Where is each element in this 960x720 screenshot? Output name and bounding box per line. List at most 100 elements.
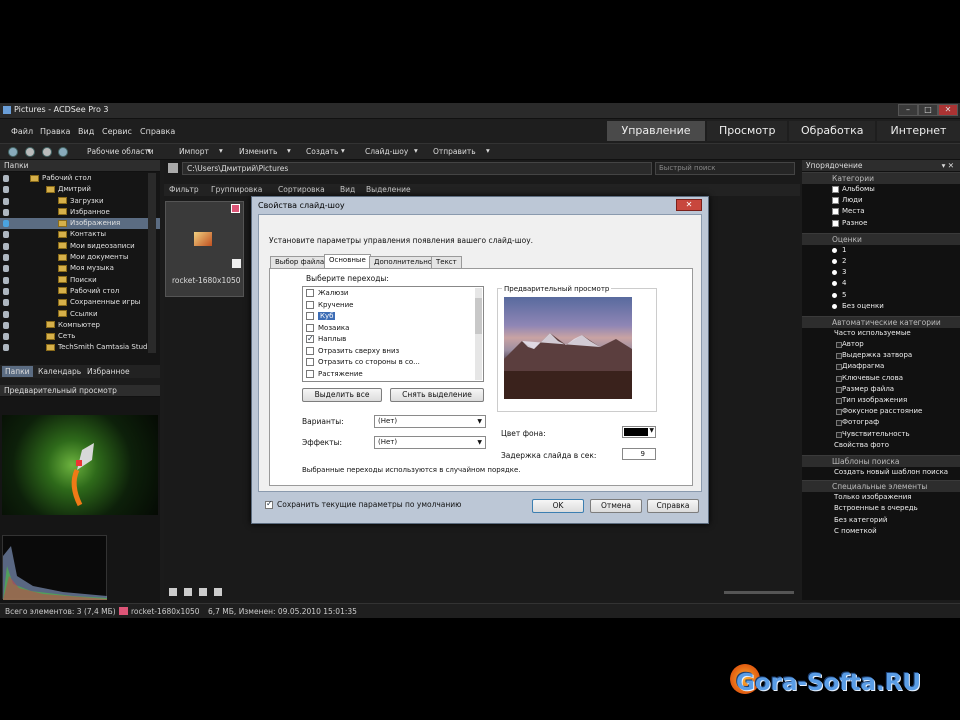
tree-item[interactable]: Мои документы xyxy=(0,252,160,263)
tree-item[interactable]: Сеть xyxy=(0,331,160,342)
tree-item[interactable]: Моя музыка xyxy=(0,263,160,274)
quick-search-input[interactable]: Быстрый поиск xyxy=(655,162,795,175)
thumbnail-card[interactable]: rocket-1680x1050 xyxy=(165,201,244,297)
tab-folders[interactable]: Папки xyxy=(2,366,33,377)
auto-item[interactable]: Выдержка затвора xyxy=(802,350,960,361)
rating-item[interactable]: 2 xyxy=(802,256,960,267)
tree-item[interactable]: Дмитрий xyxy=(0,184,160,195)
tree-item[interactable]: Контакты xyxy=(0,229,160,240)
sort-menu[interactable]: Сортировка xyxy=(278,185,325,194)
tree-item[interactable]: Компьютер xyxy=(0,320,160,331)
tab-advanced[interactable]: Дополнительно xyxy=(369,256,438,268)
view-icon[interactable] xyxy=(169,588,177,596)
view-icon[interactable] xyxy=(184,588,192,596)
mode-view[interactable]: Просмотр xyxy=(707,121,787,141)
auto-item[interactable]: Тип изображения xyxy=(802,395,960,406)
list-scrollbar[interactable] xyxy=(475,288,482,380)
mode-online[interactable]: Интернет xyxy=(877,121,960,141)
rating-item[interactable]: 5 xyxy=(802,290,960,301)
auto-item[interactable]: Ключевые слова xyxy=(802,373,960,384)
special-item[interactable]: С пометкой xyxy=(802,526,960,537)
ratings-header[interactable]: Оценки xyxy=(802,232,960,245)
transition-item[interactable]: Кручение xyxy=(303,300,483,312)
mode-develop[interactable]: Обработка xyxy=(789,121,875,141)
save-default-row[interactable]: Сохранить текущие параметры по умолчанию xyxy=(265,499,462,509)
saved-searches-header[interactable]: Шаблоны поиска xyxy=(802,454,960,467)
auto-item[interactable]: Фокусное расстояние xyxy=(802,406,960,417)
cancel-button[interactable]: Отмена xyxy=(590,499,642,513)
rating-item[interactable]: Без оценки xyxy=(802,301,960,312)
auto-categories-header[interactable]: Автоматические категории xyxy=(802,315,960,328)
tree-item[interactable]: Сохраненные игры xyxy=(0,297,160,308)
menu-file[interactable]: Файл xyxy=(11,127,33,136)
view-menu[interactable]: Вид xyxy=(340,185,355,194)
transition-item[interactable]: Куб xyxy=(303,311,483,323)
mode-manage[interactable]: Управление xyxy=(607,121,705,141)
tab-favorites[interactable]: Избранное xyxy=(87,367,130,376)
dialog-close-button[interactable]: ✕ xyxy=(676,199,702,211)
tree-item-selected[interactable]: Изображения xyxy=(0,218,160,230)
special-item[interactable]: Только изображения xyxy=(802,492,960,503)
path-field[interactable]: C:\Users\Дмитрий\Pictures xyxy=(182,162,652,175)
auto-item[interactable]: Автор xyxy=(802,339,960,350)
select-menu[interactable]: Выделение xyxy=(366,185,411,194)
create-search-link[interactable]: Создать новый шаблон поиска xyxy=(802,467,960,478)
select-all-button[interactable]: Выделить все xyxy=(302,388,382,402)
help-button[interactable]: Справка xyxy=(647,499,699,513)
minimize-button[interactable]: – xyxy=(898,104,918,116)
auto-group[interactable]: Часто используемые xyxy=(802,328,960,339)
panel-menu-icon[interactable]: ▾ ✕ xyxy=(942,161,954,170)
auto-item[interactable]: Размер файла xyxy=(802,384,960,395)
variants-dropdown[interactable]: (Нет) ▼ xyxy=(374,415,486,428)
special-item[interactable]: Встроенные в очередь xyxy=(802,503,960,514)
auto-item[interactable]: Фотограф xyxy=(802,417,960,428)
slideshow-menu[interactable]: Слайд-шоу xyxy=(365,147,408,156)
folders-scrollbar[interactable] xyxy=(148,173,156,353)
deselect-button[interactable]: Снять выделение xyxy=(390,388,484,402)
workspaces-menu[interactable]: Рабочие области xyxy=(87,147,154,156)
close-button[interactable]: ✕ xyxy=(938,104,958,116)
menu-view[interactable]: Вид xyxy=(78,127,94,136)
transition-item[interactable]: Мозаика xyxy=(303,323,483,335)
delay-spinner[interactable]: 9 xyxy=(622,448,656,460)
rating-item[interactable]: 1 xyxy=(802,245,960,256)
tree-item[interactable]: Избранное xyxy=(0,207,160,218)
tree-item[interactable]: Рабочий стол xyxy=(0,173,160,184)
bg-color-picker[interactable]: ▼ xyxy=(622,426,656,438)
tab-basic[interactable]: Основные xyxy=(324,254,371,268)
zoom-slider[interactable] xyxy=(724,591,794,594)
forward-icon[interactable] xyxy=(25,147,35,157)
tree-item[interactable]: Ссылки xyxy=(0,309,160,320)
view-icon[interactable] xyxy=(199,588,207,596)
category-item[interactable]: Люди xyxy=(802,195,960,206)
transition-item[interactable]: Наплыв xyxy=(303,333,483,346)
thumbnail-checkbox[interactable] xyxy=(232,259,241,268)
category-item[interactable]: Места xyxy=(802,206,960,217)
tab-text[interactable]: Текст xyxy=(431,256,462,268)
view-icon[interactable] xyxy=(214,588,222,596)
create-menu[interactable]: Создать xyxy=(306,147,338,156)
tree-item[interactable]: Рабочий стол xyxy=(0,286,160,297)
transition-item[interactable]: Отразить со стороны в со... xyxy=(303,357,483,369)
auto-item[interactable]: Чувствительность xyxy=(802,429,960,440)
menu-help[interactable]: Справка xyxy=(140,127,175,136)
special-item[interactable]: Без категорий xyxy=(802,515,960,526)
import-menu[interactable]: Импорт xyxy=(179,147,209,156)
rating-item[interactable]: 4 xyxy=(802,278,960,289)
effects-dropdown[interactable]: (Нет) ▼ xyxy=(374,436,486,449)
up-icon[interactable] xyxy=(42,147,52,157)
menu-tools[interactable]: Сервис xyxy=(102,127,132,136)
tree-item[interactable]: Мои видеозаписи xyxy=(0,241,160,252)
tree-item[interactable]: Загрузки xyxy=(0,196,160,207)
auto-item[interactable]: Диафрагма xyxy=(802,361,960,372)
tab-calendar[interactable]: Календарь xyxy=(38,367,81,376)
rating-item[interactable]: 3 xyxy=(802,267,960,278)
transition-item[interactable]: Отразить сверху вниз xyxy=(303,346,483,358)
edit-menu[interactable]: Изменить xyxy=(239,147,277,156)
tab-file-selection[interactable]: Выбор файла xyxy=(270,256,330,268)
transition-item[interactable]: Растяжение xyxy=(303,369,483,381)
category-item[interactable]: Альбомы xyxy=(802,184,960,195)
back-icon[interactable] xyxy=(8,147,18,157)
tree-item[interactable]: TechSmith Camtasia Studio xyxy=(0,342,160,353)
photo-properties[interactable]: Свойства фото xyxy=(802,440,960,451)
